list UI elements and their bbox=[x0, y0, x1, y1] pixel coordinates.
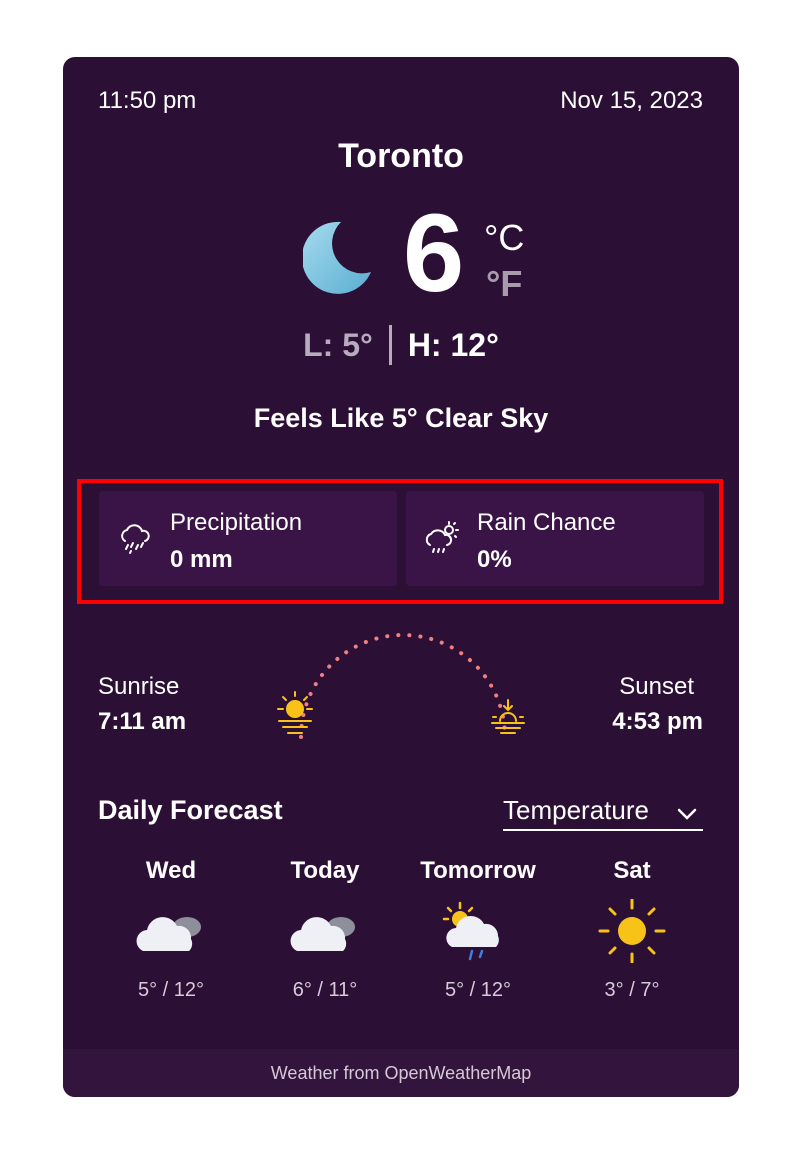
data-source-footer: Weather from OpenWeatherMap bbox=[63, 1049, 739, 1097]
low-high-row: L: 5° H: 12° bbox=[63, 324, 739, 368]
sunset-time: 4:53 pm bbox=[612, 708, 703, 735]
sun-cloud-rain-icon bbox=[442, 901, 499, 961]
unit-celsius[interactable]: °C bbox=[484, 217, 524, 259]
sunrise-time: 7:11 am bbox=[98, 708, 187, 735]
rain-chance-value: 0% bbox=[477, 546, 512, 573]
high-temp: H: 12° bbox=[407, 327, 499, 363]
low-temp: L: 5° bbox=[303, 327, 373, 363]
precipitation-tile: Precipitation 0 mm bbox=[99, 491, 397, 586]
forecast-day-name: Sat bbox=[613, 857, 651, 884]
forecast-day-range: 6° / 11° bbox=[292, 979, 358, 1001]
temperature-value: 6 bbox=[403, 192, 465, 315]
sun-icon bbox=[598, 899, 666, 963]
forecast-day: Tomorrow 5° / 12° bbox=[413, 857, 543, 1002]
forecast-day-range: 3° / 7° bbox=[604, 979, 660, 1001]
city-name: Toronto bbox=[338, 137, 464, 175]
cloudy-icon bbox=[290, 917, 355, 951]
forecast-day: Wed 5° / 12° bbox=[106, 857, 236, 1002]
sunrise-icon bbox=[277, 691, 313, 734]
sun-rain-cloud-icon bbox=[425, 521, 459, 553]
weather-card: 11:50 pm Nov 15, 2023 Toronto 6 °C °F L:… bbox=[63, 57, 739, 1097]
feels-like-text: Feels Like 5° Clear Sky bbox=[253, 403, 549, 433]
forecast-day: Today 6° / 11° bbox=[260, 857, 390, 1002]
daily-forecast-title: Daily Forecast bbox=[98, 795, 283, 825]
rain-chance-tile: Rain Chance 0% bbox=[406, 491, 704, 586]
forecast-day: Sat 3° / 7° bbox=[567, 857, 697, 1002]
current-time: 11:50 pm bbox=[98, 87, 197, 114]
sunrise-label: Sunrise bbox=[98, 673, 180, 700]
chevron-down-icon bbox=[677, 808, 697, 820]
precipitation-label: Precipitation bbox=[170, 509, 303, 536]
rain-cloud-icon bbox=[121, 524, 150, 554]
forecast-day-range: 5° / 12° bbox=[444, 979, 512, 1001]
current-date: Nov 15, 2023 bbox=[560, 87, 703, 114]
low-high-divider bbox=[388, 324, 392, 365]
forecast-day-range: 5° / 12° bbox=[137, 979, 205, 1001]
rain-chance-label: Rain Chance bbox=[477, 509, 616, 536]
forecast-day-name: Wed bbox=[145, 857, 197, 884]
unit-fahrenheit[interactable]: °F bbox=[486, 263, 522, 305]
forecast-metric-dropdown[interactable]: Temperature bbox=[503, 795, 703, 831]
sunset-icon bbox=[491, 699, 525, 734]
sunset-label: Sunset bbox=[619, 673, 694, 700]
moon-icon bbox=[303, 221, 371, 294]
forecast-metric-selected: Temperature bbox=[503, 795, 649, 825]
cloudy-icon bbox=[136, 917, 201, 951]
forecast-day-name: Tomorrow bbox=[420, 857, 536, 884]
forecast-day-name: Today bbox=[290, 857, 360, 884]
precipitation-value: 0 mm bbox=[170, 546, 233, 573]
sun-path-arc bbox=[299, 633, 507, 739]
